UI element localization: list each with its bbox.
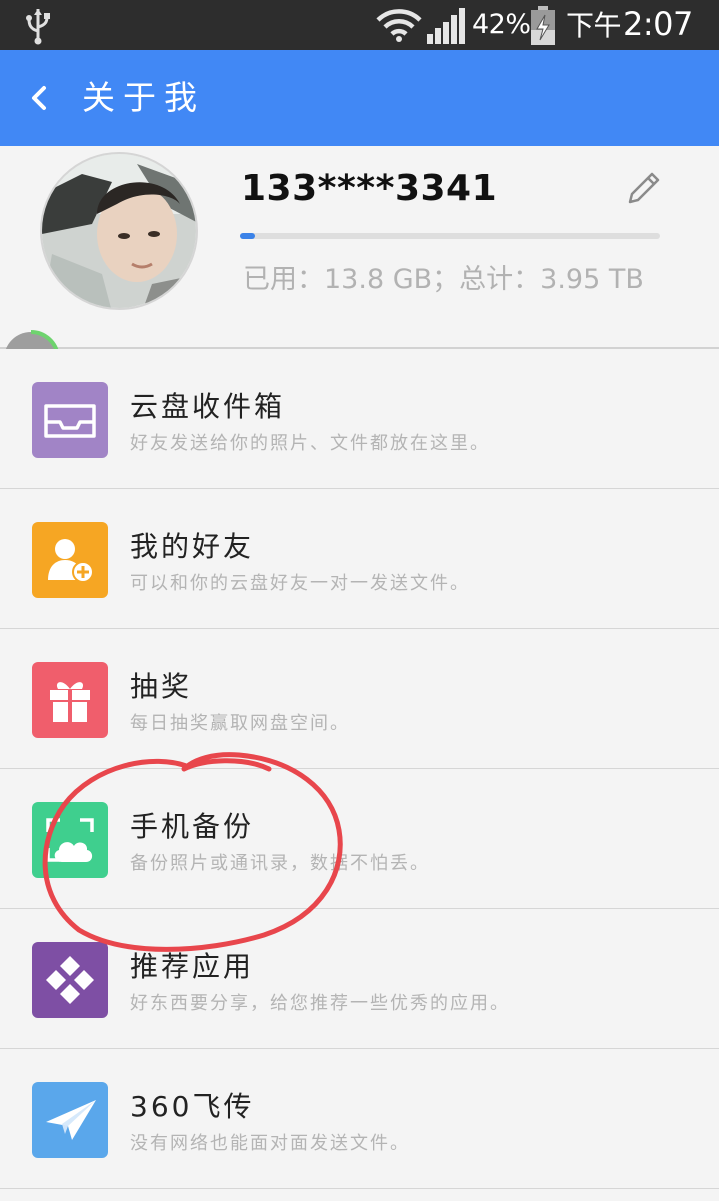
menu-item-inbox[interactable]: 云盘收件箱 好友发送给你的照片、文件都放在这里。 (0, 349, 719, 489)
paper-plane-icon (32, 1082, 108, 1158)
inbox-icon (32, 382, 108, 458)
wifi-icon (376, 9, 422, 42)
gift-icon (32, 662, 108, 738)
menu-list: 云盘收件箱 好友发送给你的照片、文件都放在这里。 我的好友 可以和你的云盘好友一… (0, 349, 719, 1189)
clock: 下午2:07 (566, 4, 693, 46)
menu-item-label: 我的好友 (130, 530, 255, 563)
usb-icon (26, 9, 50, 45)
page-title: 关于我 (82, 78, 205, 117)
total-label: 总计： (459, 264, 541, 295)
separator: ； (432, 264, 460, 295)
menu-item-friends[interactable]: 我的好友 可以和你的云盘好友一对一发送文件。 (0, 489, 719, 629)
phone-number: 133****3341 (241, 168, 498, 209)
time: 2:07 (623, 5, 693, 43)
storage-usage-fill (240, 233, 255, 239)
menu-item-recommended-apps[interactable]: 推荐应用 好东西要分享，给您推荐一些优秀的应用。 (0, 909, 719, 1049)
menu-item-360-transfer[interactable]: 360飞传 没有网络也能面对面发送文件。 (0, 1049, 719, 1189)
menu-item-backup[interactable]: 手机备份 备份照片或通讯录，数据不怕丢。 (0, 769, 719, 909)
battery-percentage: 42% (472, 9, 531, 40)
used-value: 13.8 GB (324, 264, 433, 295)
used-label: 已用： (243, 264, 324, 295)
menu-item-label: 手机备份 (130, 810, 255, 843)
menu-item-lottery[interactable]: 抽奖 每日抽奖赢取网盘空间。 (0, 629, 719, 769)
back-arrow-icon (32, 86, 46, 110)
storage-summary: 已用：13.8 GB；总计：3.95 TB (243, 260, 644, 300)
cloud-backup-icon (32, 802, 108, 878)
total-value: 3.95 TB (540, 264, 644, 295)
signal-icon (427, 8, 465, 44)
apps-icon (32, 942, 108, 1018)
time-period: 下午 (566, 9, 622, 42)
menu-item-description: 好东西要分享，给您推荐一些优秀的应用。 (130, 993, 510, 1014)
menu-item-label: 云盘收件箱 (130, 390, 286, 423)
menu-item-description: 可以和你的云盘好友一对一发送文件。 (130, 573, 470, 594)
back-button[interactable] (14, 74, 62, 122)
storage-usage-bar (240, 233, 660, 239)
menu-item-label: 360飞传 (130, 1090, 255, 1123)
menu-item-label: 推荐应用 (130, 950, 255, 983)
status-bar: 42% 下午2:07 (0, 0, 719, 50)
avatar-photo (42, 154, 196, 308)
profile-section: 133****3341 已用：13.8 GB；总计：3.95 TB (0, 146, 719, 348)
menu-item-description: 备份照片或通讯录，数据不怕丢。 (130, 853, 430, 874)
menu-item-label: 抽奖 (130, 670, 193, 703)
title-bar: 关于我 (0, 50, 719, 146)
add-friend-icon (32, 522, 108, 598)
menu-item-description: 没有网络也能面对面发送文件。 (130, 1133, 410, 1154)
menu-item-description: 好友发送给你的照片、文件都放在这里。 (130, 433, 490, 454)
avatar[interactable] (40, 152, 198, 310)
battery-charging-icon (531, 6, 555, 45)
pencil-icon[interactable] (626, 170, 662, 206)
menu-item-description: 每日抽奖赢取网盘空间。 (130, 713, 350, 734)
